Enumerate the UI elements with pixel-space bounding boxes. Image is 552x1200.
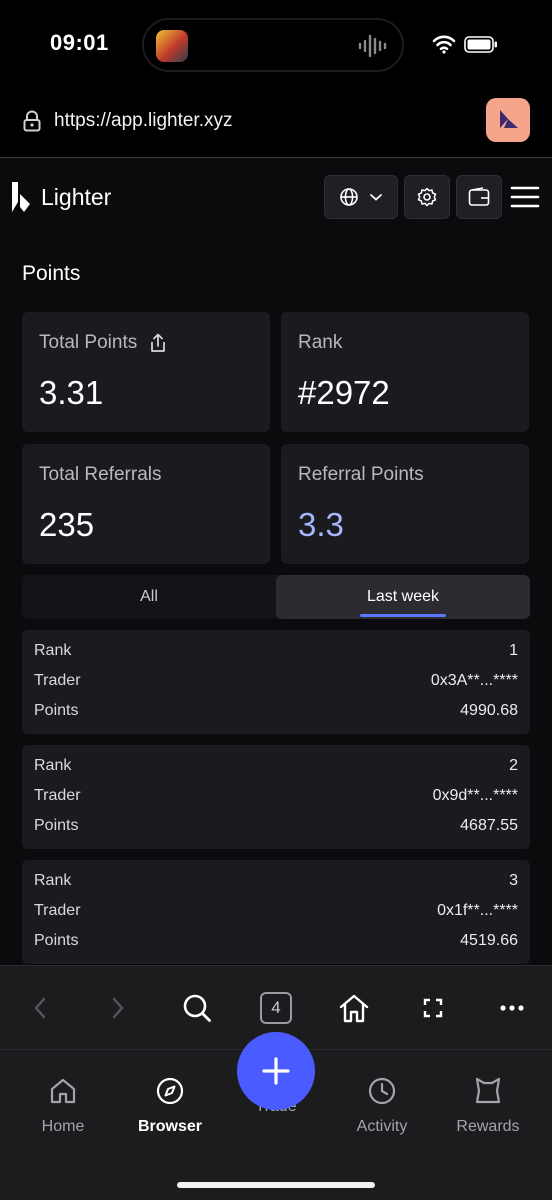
trader-value: 0x3A**...**** — [430, 672, 518, 689]
forward-button[interactable] — [98, 988, 138, 1028]
hamburger-menu-icon[interactable] — [510, 184, 540, 210]
rank-value: 2 — [509, 757, 518, 774]
leaderboard-row: Rank 2 Trader 0x9d**...**** Points 4687.55 — [22, 745, 530, 849]
stat-label: Total Referrals — [39, 464, 162, 485]
trader-label: Trader — [34, 787, 81, 804]
rank-card: Rank #2972 — [281, 312, 529, 432]
search-icon — [183, 994, 211, 1022]
nav-label: Activity — [356, 1118, 408, 1135]
tab-all[interactable]: All — [22, 575, 276, 619]
rank-value: 1 — [509, 642, 518, 659]
points-label: Points — [34, 817, 79, 834]
nav-home[interactable]: Home — [13, 1076, 113, 1142]
more-dots-icon — [500, 1005, 524, 1011]
leaderboard-row: Rank 3 Trader 0x1f**...**** Points 4519.66 — [22, 860, 530, 964]
expand-icon — [423, 998, 443, 1018]
total-referrals-card: Total Referrals 235 — [22, 444, 270, 564]
trade-button[interactable] — [237, 1032, 315, 1110]
wallet-icon — [468, 187, 490, 206]
wifi-icon — [432, 35, 456, 54]
lighter-site-icon — [500, 110, 518, 128]
battery-icon — [464, 36, 497, 53]
stat-value: #2972 — [298, 374, 390, 411]
fullscreen-button[interactable] — [413, 988, 453, 1028]
home-icon — [50, 1078, 76, 1104]
site-logo[interactable] — [486, 98, 530, 142]
trader-label: Trader — [34, 902, 81, 919]
nav-label: Home — [41, 1118, 85, 1135]
tab-count: 4 — [260, 992, 292, 1024]
page-title: Points — [22, 262, 81, 285]
rank-label: Rank — [34, 757, 72, 774]
nav-label: Browser — [137, 1118, 203, 1135]
back-button[interactable] — [20, 988, 60, 1028]
total-points-card: Total Points 3.31 — [22, 312, 270, 432]
referral-points-card: Referral Points 3.3 — [281, 444, 529, 564]
chevron-right-icon — [112, 997, 124, 1019]
now-playing-app-icon — [156, 30, 188, 62]
language-selector[interactable] — [324, 175, 398, 219]
app-header: Lighter — [0, 158, 552, 238]
total-points-label-row: Total Points — [39, 332, 167, 354]
points-label: Points — [34, 702, 79, 719]
plus-icon — [262, 1057, 290, 1085]
chevron-down-icon — [370, 194, 382, 201]
period-tabs: All Last week — [22, 575, 530, 619]
points-label: Points — [34, 932, 79, 949]
stat-value: 3.31 — [39, 374, 104, 411]
rank-label: Rank — [34, 872, 72, 889]
stat-label: Total Points — [39, 332, 138, 353]
status-bar: 09:01 — [0, 0, 552, 90]
tab-last-week[interactable]: Last week — [276, 575, 530, 619]
active-tab-indicator — [360, 614, 446, 617]
nav-rewards[interactable]: Rewards — [438, 1076, 538, 1142]
status-time: 09:01 — [50, 30, 109, 55]
nav-label: Rewards — [456, 1118, 520, 1135]
lock-icon — [23, 110, 41, 132]
points-value: 4990.68 — [460, 702, 518, 719]
nav-browser[interactable]: Browser — [120, 1076, 220, 1142]
brand-name[interactable]: Lighter — [41, 184, 111, 211]
chevron-left-icon — [34, 997, 46, 1019]
clock-icon — [368, 1077, 396, 1105]
rewards-icon — [475, 1077, 501, 1104]
trader-value: 0x1f**...**** — [437, 902, 518, 919]
house-icon — [339, 994, 369, 1023]
more-button[interactable] — [492, 988, 532, 1028]
gear-icon — [417, 187, 437, 207]
globe-icon — [340, 188, 358, 206]
leaderboard-row: Rank 1 Trader 0x3A**...**** Points 4990.68 — [22, 630, 530, 734]
settings-button[interactable] — [404, 175, 450, 219]
dynamic-island — [142, 18, 404, 72]
rank-label: Rank — [34, 642, 72, 659]
address-bar[interactable]: https://app.lighter.xyz — [0, 90, 552, 158]
lighter-logo-icon[interactable] — [10, 180, 34, 214]
stat-value: 3.3 — [298, 506, 344, 543]
tabs-button[interactable]: 4 — [256, 988, 296, 1028]
url-text[interactable]: https://app.lighter.xyz — [54, 110, 233, 132]
stat-label: Referral Points — [298, 464, 424, 485]
home-indicator[interactable] — [177, 1182, 375, 1188]
share-icon[interactable] — [149, 333, 167, 353]
stat-value: 235 — [39, 506, 95, 543]
rank-value: 3 — [509, 872, 518, 889]
trader-value: 0x9d**...**** — [432, 787, 518, 804]
tab-label: Last week — [366, 588, 440, 605]
wallet-button[interactable] — [456, 175, 502, 219]
points-value: 4519.66 — [460, 932, 518, 949]
compass-icon — [156, 1077, 184, 1105]
search-button[interactable] — [177, 988, 217, 1028]
trader-label: Trader — [34, 672, 81, 689]
audio-wave-icon — [358, 34, 387, 58]
points-value: 4687.55 — [460, 817, 518, 834]
stat-label: Rank — [298, 332, 343, 353]
browser-home-button[interactable] — [334, 988, 374, 1028]
nav-activity[interactable]: Activity — [332, 1076, 432, 1142]
